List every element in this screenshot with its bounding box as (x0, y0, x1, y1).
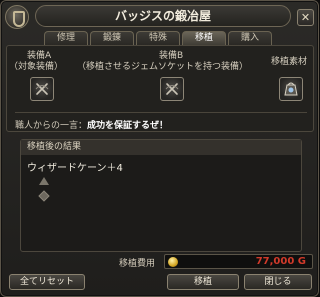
close-window-button[interactable]: 閉じる (244, 274, 312, 290)
result-panel: 移植後の結果 ウィザードケーン＋4 (20, 139, 302, 252)
equipment-panel: 装備A （対象装備） 装備B （移植させるジェムソケットを持つ装備） 移植素材 (6, 45, 314, 132)
equip-b-slot[interactable] (160, 77, 184, 101)
diamond-icon (38, 190, 50, 202)
cost-field: 77,000 G (164, 254, 313, 269)
tab-bar: 修理 鍛錬 特殊 移植 購入 (44, 31, 272, 45)
material-slot[interactable] (279, 77, 303, 101)
equip-a-sublabel: （対象装備） (9, 62, 64, 72)
tab-repair[interactable]: 修理 (44, 31, 88, 45)
reset-all-button[interactable]: 全てリセット (9, 274, 85, 290)
result-header: 移植後の結果 (21, 140, 301, 155)
title-bar[interactable]: バッジスの鍛冶屋 ✕ (1, 1, 318, 31)
equip-a-slot[interactable] (30, 77, 54, 101)
blacksmith-emblem-icon (5, 5, 29, 29)
close-button[interactable]: ✕ (297, 9, 314, 26)
craftsman-label: 職人からの一言： (15, 121, 88, 131)
craftsman-message: 成功を保証するぜ！ (87, 121, 169, 131)
panel-divider (15, 112, 307, 113)
result-item-name: ウィザードケーン＋4 (27, 163, 123, 174)
up-arrow-icon (39, 177, 49, 185)
tab-special[interactable]: 特殊 (136, 31, 180, 45)
cost-label: 移植費用 (119, 259, 156, 269)
tab-purchase[interactable]: 購入 (228, 31, 272, 45)
window-title: バッジスの鍛冶屋 (35, 5, 291, 27)
transplant-button[interactable]: 移植 (167, 274, 239, 290)
craftsman-comment: 職人からの一言：成功を保証するぜ！ (15, 118, 168, 131)
tab-transplant[interactable]: 移植 (182, 31, 226, 45)
gold-coin-icon (168, 257, 178, 267)
tab-enhance[interactable]: 鍛錬 (90, 31, 134, 45)
empty-slot-crossed-icon (165, 83, 179, 95)
empty-slot-crossed-icon (35, 83, 49, 95)
material-bag-icon (284, 82, 298, 96)
material-label: 移植素材 (271, 57, 308, 67)
equip-b-sublabel: （移植させるジェムソケットを持つ装備） (77, 62, 249, 72)
blacksmith-window: バッジスの鍛冶屋 ✕ 修理 鍛錬 特殊 移植 購入 装備A （対象装備） 装備B… (0, 0, 319, 297)
cost-value: 77,000 G (255, 256, 306, 267)
